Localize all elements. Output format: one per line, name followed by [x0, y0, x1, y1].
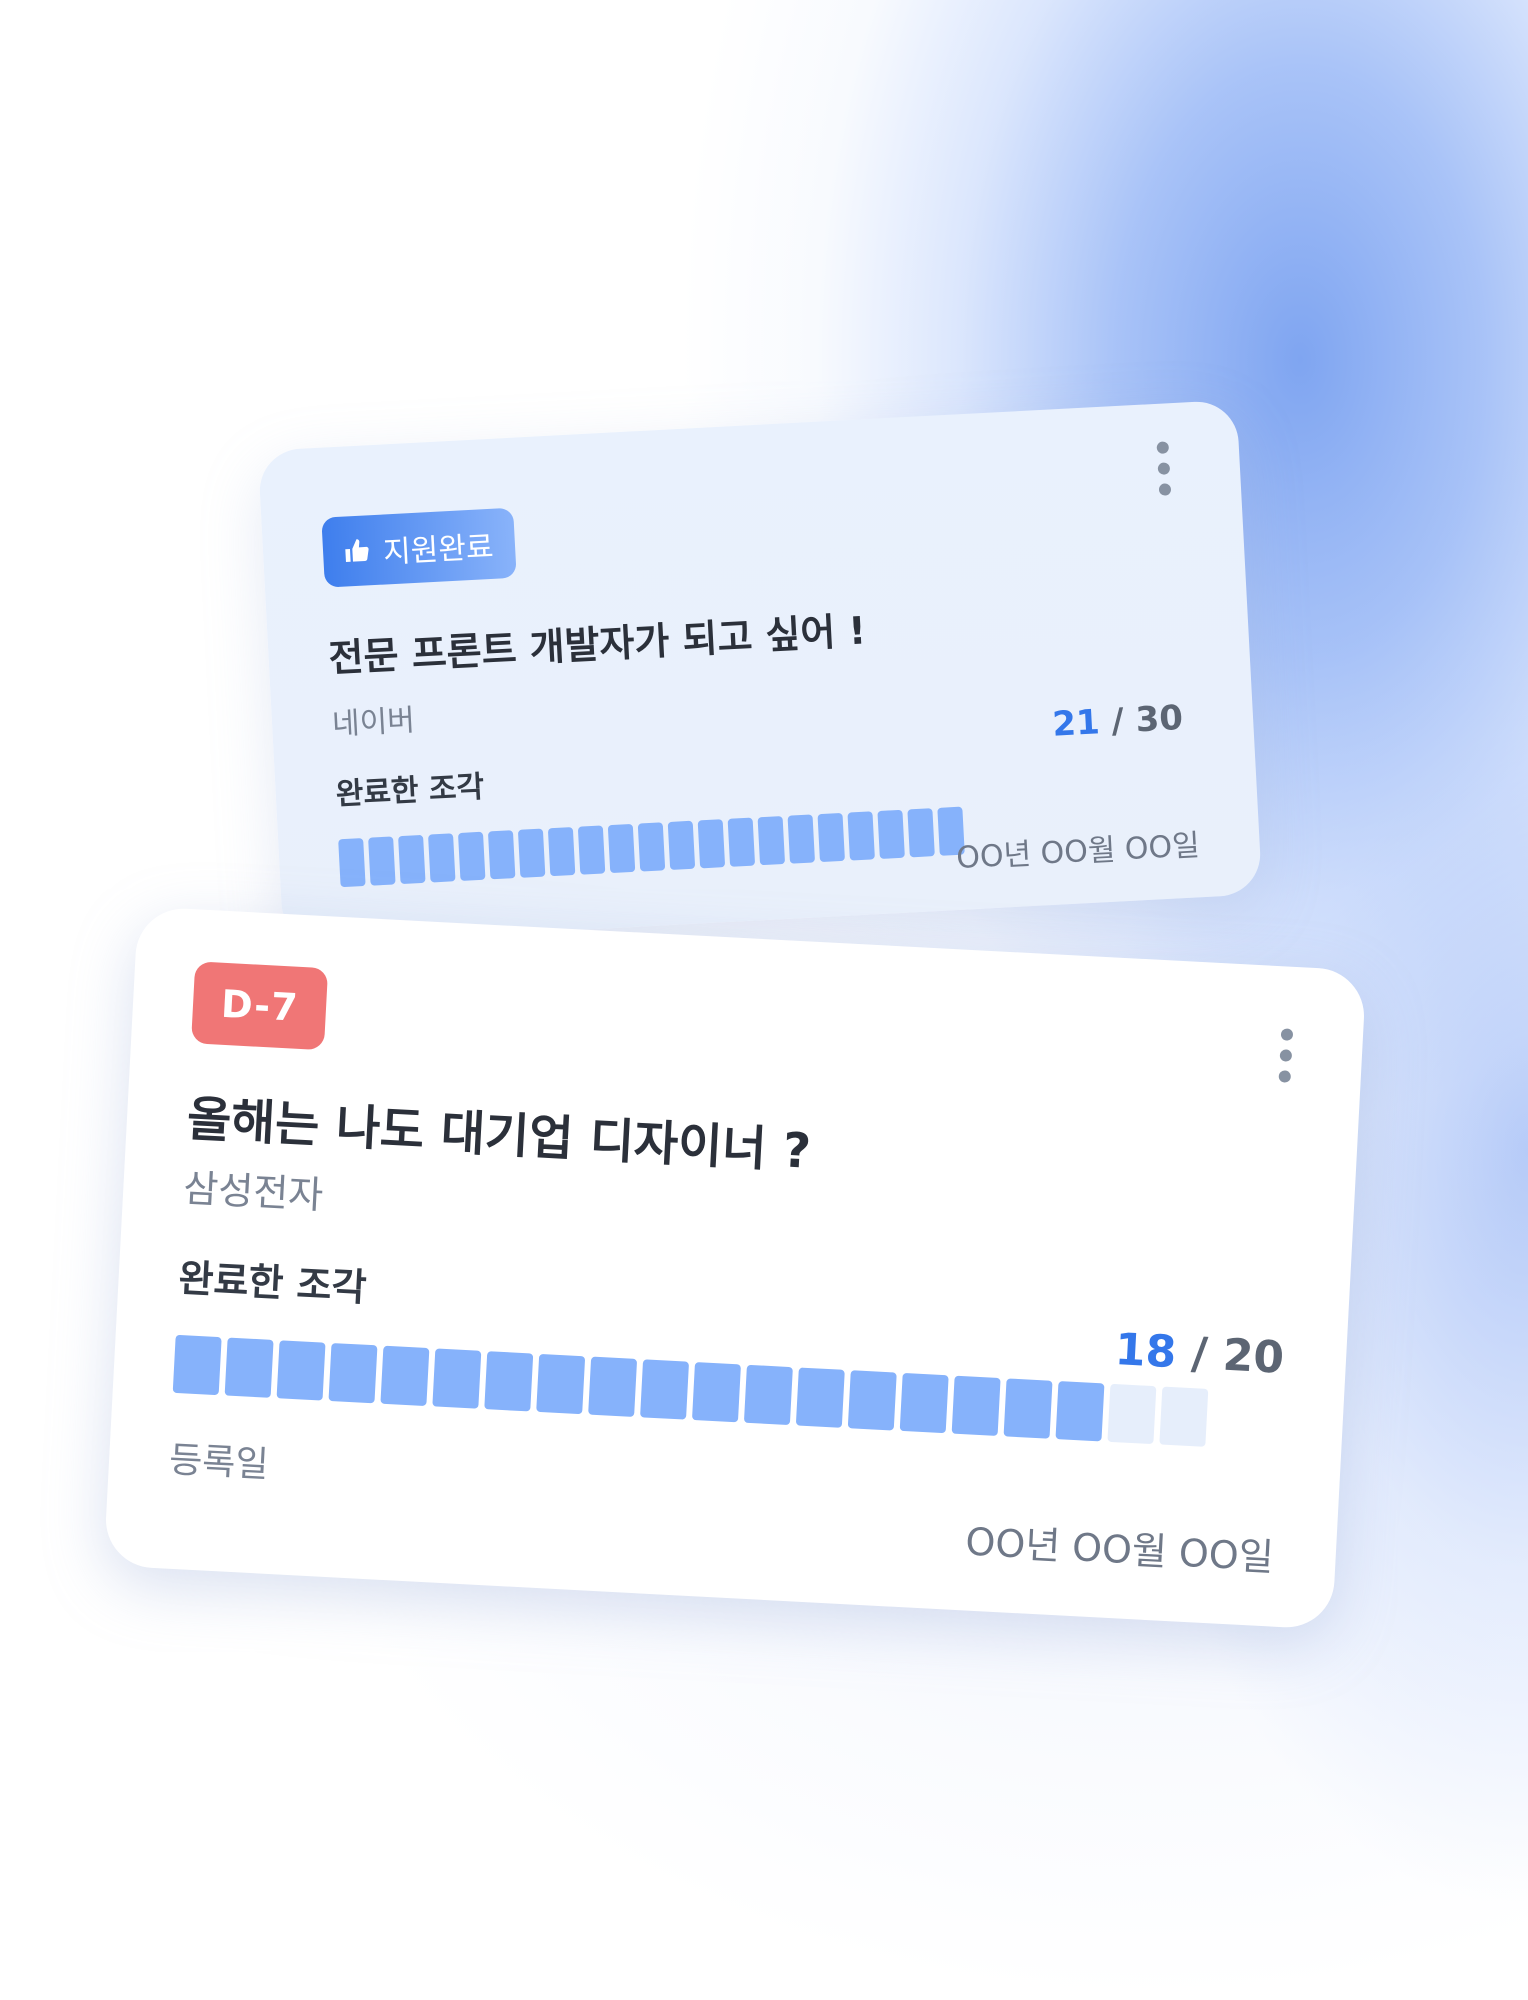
progress-pieces — [338, 806, 965, 888]
progress-piece-filled — [877, 809, 905, 859]
more-options-icon[interactable] — [1278, 1028, 1294, 1083]
progress-piece-filled — [637, 822, 666, 872]
dday-badge: D-7 — [191, 961, 329, 1051]
progress-piece-filled — [667, 820, 696, 870]
progress-piece-filled — [328, 1342, 378, 1404]
status-badge-label: 지원완료 — [382, 529, 495, 571]
card-date: OO년 OO월 OO일 — [955, 828, 1201, 876]
progress-piece-filled — [588, 1356, 638, 1417]
progress-piece-filled — [517, 828, 546, 878]
progress-piece-filled — [691, 1362, 741, 1423]
status-badge-applied: 지원완료 — [321, 507, 518, 588]
progress-piece-filled — [432, 1348, 482, 1409]
progress-piece-filled — [457, 831, 486, 881]
company-name: 네이버 — [331, 703, 416, 743]
total-count: 20 — [1221, 1329, 1286, 1384]
progress-piece-empty — [1107, 1383, 1157, 1445]
total-count: 30 — [1134, 697, 1185, 741]
progress-piece-filled — [787, 814, 816, 864]
progress-piece-filled — [899, 1372, 949, 1434]
completed-count: 21 — [1051, 702, 1101, 745]
application-card-naver[interactable]: 지원완료 전문 프론트 개발자가 되고 싶어 ! 네이버 21 / 30 완료한… — [257, 399, 1263, 946]
progress-piece-filled — [484, 1351, 534, 1412]
progress-piece-filled — [640, 1359, 690, 1420]
company-name: 삼성전자 — [182, 1166, 325, 1218]
progress-piece-filled — [172, 1334, 222, 1396]
progress-piece-filled — [697, 819, 726, 869]
progress-piece-filled — [224, 1337, 274, 1398]
more-options-icon[interactable] — [1156, 441, 1172, 496]
progress-piece-filled — [607, 823, 636, 874]
progress-piece-filled — [368, 836, 396, 886]
progress-piece-filled — [577, 825, 606, 875]
progress-pieces — [172, 1334, 1209, 1447]
registered-label: 등록일 — [168, 1439, 270, 1486]
progress-piece-filled — [817, 812, 845, 863]
progress-piece-filled — [727, 817, 756, 867]
card-date: OO년 OO월 OO일 — [964, 1519, 1275, 1580]
progress-piece-filled — [907, 808, 935, 858]
card-title: 전문 프론트 개발자가 되고 싶어 ! — [327, 608, 868, 681]
progress-piece-filled — [428, 833, 456, 883]
progress-piece-filled — [795, 1367, 845, 1428]
progress-piece-filled — [380, 1345, 430, 1407]
progress-piece-filled — [1055, 1381, 1105, 1442]
progress-piece-filled — [536, 1353, 586, 1415]
application-card-samsung[interactable]: D-7 올해는 나도 대기업 디자이너 ? 삼성전자 완료한 조각 18 / 2… — [103, 906, 1367, 1630]
progress-piece-filled — [398, 834, 426, 885]
progress-count: 21 / 30 — [1051, 697, 1185, 745]
progress-piece-filled — [547, 827, 576, 877]
progress-piece-filled — [951, 1375, 1001, 1436]
progress-piece-filled — [743, 1364, 793, 1426]
progress-piece-filled — [757, 816, 786, 866]
thumbs-up-icon — [345, 539, 369, 563]
progress-label: 완료한 조각 — [334, 769, 485, 813]
completed-count: 18 — [1113, 1324, 1178, 1379]
progress-piece-filled — [487, 830, 516, 880]
progress-piece-filled — [1003, 1378, 1053, 1439]
progress-piece-filled — [276, 1340, 326, 1401]
progress-piece-empty — [1159, 1386, 1209, 1447]
progress-piece-filled — [338, 837, 366, 888]
progress-piece-filled — [847, 811, 875, 861]
progress-piece-filled — [847, 1370, 897, 1431]
progress-label: 완료한 조각 — [177, 1255, 368, 1310]
progress-count: 18 / 20 — [1113, 1324, 1286, 1384]
